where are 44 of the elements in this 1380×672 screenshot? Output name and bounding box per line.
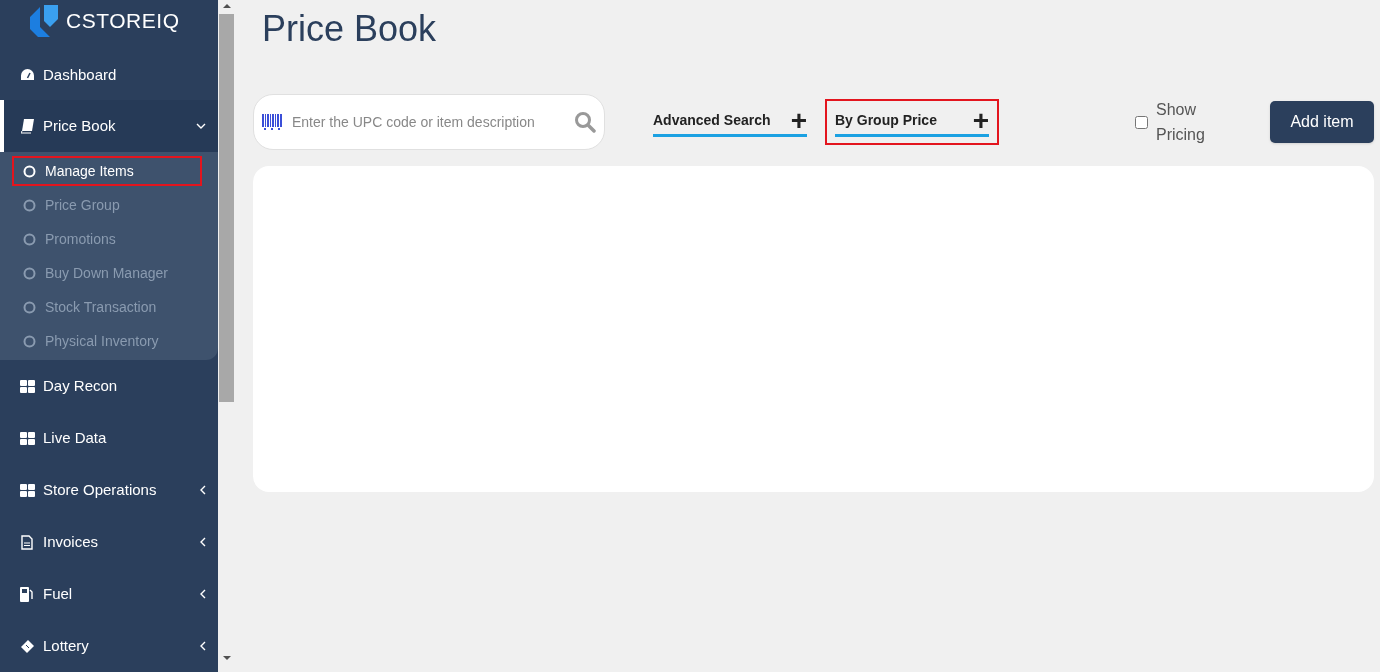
page-title: Price Book [261,7,438,50]
show-pricing-checkbox[interactable] [1135,115,1148,129]
sidebar-item[interactable]: Price Book [0,100,218,152]
sidebar-item[interactable]: Day Recon [0,360,218,412]
filter-toggle[interactable]: By Group Price + [825,99,999,145]
sidebar-item[interactable]: Dashboard [0,50,218,100]
dashboard-gauge-icon [19,68,35,82]
ticket-icon [19,638,35,654]
circle-icon [23,300,36,314]
grid-icon [19,431,35,445]
grid-icon [19,379,35,393]
add-item-button[interactable]: Add item [1270,101,1374,143]
chevron-left-icon [200,485,206,495]
sidebar-item[interactable]: Fuel [0,568,218,620]
book-icon [20,118,34,134]
chevron-left-icon [200,589,206,599]
circle-icon [23,232,36,246]
chevron-left-icon [200,641,206,651]
circle-icon [23,198,36,212]
chevron-left-icon [200,537,206,547]
scrollbar-thumb[interactable] [219,14,234,402]
active-indicator [0,100,4,152]
sidebar-item[interactable]: Lottery [0,620,218,672]
logo-icon [30,5,58,37]
show-pricing-label: Show Pricing [1156,100,1206,145]
filter-toggle[interactable]: Advanced Search + [643,99,817,145]
chevron-down-icon [196,123,206,129]
sidebar-item[interactable]: Invoices [0,516,218,568]
circle-icon [23,334,36,348]
logo-text: CSTOREIQ [66,8,180,35]
fuel-pump-icon [20,586,34,602]
scroll-down-icon[interactable] [222,656,231,660]
scroll-up-icon[interactable] [222,4,231,8]
grid-icon [19,483,35,497]
submenu-item[interactable]: Manage Items [12,156,202,186]
search-icon[interactable] [574,111,596,133]
search-field[interactable]: Enter the UPC code or item description [292,111,564,133]
search-bar[interactable]: Enter the UPC code or item description [253,94,605,150]
barcode-icon [262,114,282,130]
sidebar-item[interactable]: Live Data [0,412,218,464]
document-icon [21,534,33,550]
circle-icon [23,266,36,280]
circle-icon [23,164,36,178]
sidebar-item[interactable]: Store Operations [0,464,218,516]
